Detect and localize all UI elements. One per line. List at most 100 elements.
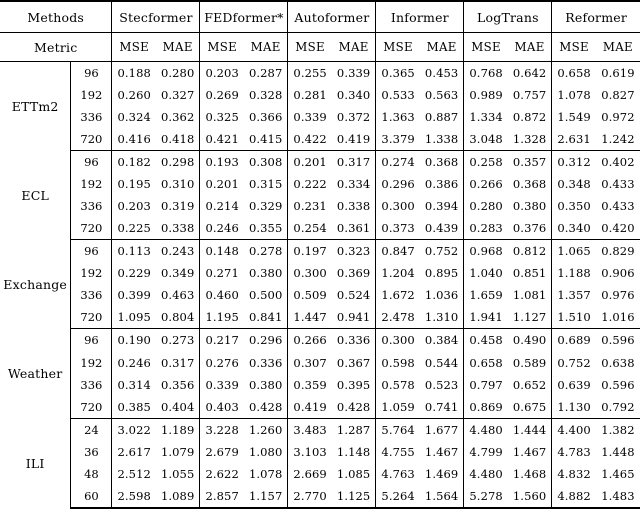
value-cell: 1.469	[424, 466, 459, 481]
value-cell: 3.022	[111, 418, 156, 441]
value-cell: 2.598	[111, 484, 156, 509]
value-cell: 1.357	[551, 284, 596, 307]
value-cell: 0.563	[424, 88, 459, 103]
value-cell: 0.372	[336, 110, 371, 125]
value-cell: 0.460	[199, 284, 244, 307]
value-cell: 0.373	[375, 217, 420, 241]
value-cell: 0.310	[160, 177, 195, 192]
header-model-stecformer: Stecformer	[111, 0, 200, 33]
header-metric-logtrans-mae: MAE	[507, 32, 552, 62]
value-cell: 0.281	[287, 84, 332, 107]
value-cell: 1.564	[419, 484, 464, 509]
value-cell: 0.851	[512, 266, 547, 281]
horizon-cell: 720	[70, 395, 112, 419]
table-row: 336 0.314 0.356 0.339 0.380 0.359 0.395 0.578 0.…	[0, 373, 640, 396]
value-cell: 1.287	[336, 422, 371, 437]
value-cell: 0.339	[199, 373, 244, 396]
value-cell: 0.421	[199, 128, 244, 152]
value-cell: 1.157	[243, 484, 288, 509]
value-cell: 0.376	[507, 217, 552, 241]
value-cell: 0.380	[248, 377, 283, 392]
value-cell: 0.339	[287, 106, 332, 129]
value-cell: 0.327	[160, 88, 195, 103]
value-cell: 0.420	[595, 217, 640, 241]
value-cell: 1.080	[248, 444, 283, 459]
value-cell: 0.266	[463, 173, 508, 196]
horizon-cell: 336	[70, 106, 112, 129]
value-cell: 0.402	[601, 155, 635, 170]
header-row-methods: Methods Stecformer FEDformer* Autoformer Inf…	[0, 0, 640, 33]
value-cell: 0.203	[199, 61, 244, 85]
value-cell: 0.323	[336, 244, 371, 259]
value-cell: 2.617	[111, 440, 156, 463]
horizon-cell: 192	[70, 351, 112, 374]
value-cell: 0.280	[160, 66, 195, 81]
value-cell: 4.763	[375, 462, 420, 485]
horizon-cell: 336	[70, 195, 112, 218]
value-cell: 0.968	[463, 239, 508, 263]
value-cell: 0.544	[424, 355, 459, 370]
horizon-cell: 48	[70, 462, 112, 485]
value-cell: 0.325	[199, 106, 244, 129]
value-cell: 0.217	[199, 328, 244, 352]
value-cell: 0.367	[336, 355, 371, 370]
table-header: Methods Stecformer FEDformer* Autoformer Inf…	[0, 0, 640, 62]
value-cell: 0.246	[199, 217, 244, 241]
value-cell: 0.274	[375, 150, 420, 174]
value-cell: 1.079	[160, 444, 195, 459]
value-cell: 0.298	[160, 155, 195, 170]
value-cell: 2.478	[375, 306, 420, 330]
value-cell: 0.271	[199, 262, 244, 285]
header-model-informer: Informer	[375, 0, 464, 33]
value-cell: 0.812	[512, 244, 547, 259]
value-cell: 0.201	[287, 150, 332, 174]
value-cell: 0.741	[419, 395, 464, 419]
value-cell: 1.055	[160, 466, 195, 481]
table-row: 48 2.512 1.055 2.622 1.078 2.669 1.085 4.763 1.4…	[0, 462, 640, 485]
value-cell: 0.278	[248, 244, 283, 259]
horizon-cell: 192	[70, 84, 112, 107]
value-cell: 3.483	[287, 418, 332, 441]
value-cell: 0.340	[551, 217, 596, 241]
value-cell: 0.418	[155, 128, 200, 152]
table-row: ECL 96 0.182 0.298 0.193 0.308 0.201 0.317 0.274…	[0, 150, 640, 203]
value-cell: 0.422	[287, 128, 332, 152]
value-cell: 0.380	[248, 266, 283, 281]
value-cell: 0.895	[424, 266, 459, 281]
header-row-metric: Metric MSE MAE MSE MAE MSE MAE MSE MAE MSE MAE MSE M…	[0, 32, 640, 62]
results-comparison-table: Methods Stecformer FEDformer* Autoformer Inf…	[0, 0, 640, 509]
value-cell: 0.350	[551, 195, 596, 218]
header-methods-label: Methods	[0, 0, 112, 33]
value-cell: 2.631	[551, 128, 596, 152]
value-cell: 0.752	[424, 244, 459, 259]
value-cell: 2.669	[287, 462, 332, 485]
value-cell: 1.260	[248, 422, 283, 437]
value-cell: 0.182	[111, 150, 156, 174]
value-cell: 5.764	[375, 418, 420, 441]
value-cell: 0.419	[331, 128, 376, 152]
value-cell: 0.658	[463, 351, 508, 374]
value-cell: 0.433	[601, 199, 635, 214]
table-row: 336 0.324 0.362 0.325 0.366 0.339 0.372 1.363 0.…	[0, 106, 640, 129]
value-cell: 0.361	[331, 217, 376, 241]
table-row: 36 2.617 1.079 2.679 1.080 3.103 1.148 4.755 1.4…	[0, 440, 640, 463]
value-cell: 0.188	[111, 61, 156, 85]
value-cell: 0.596	[601, 333, 635, 348]
header-model-fedformer: FEDformer*	[199, 0, 288, 33]
value-cell: 0.589	[512, 355, 547, 370]
value-cell: 0.365	[375, 61, 420, 85]
table-row: Exchange 96 0.113 0.243 0.148 0.278 0.197 0.323…	[0, 239, 640, 292]
header-metric-logtrans-mse: MSE	[463, 32, 508, 62]
table-body: ETTm2 96 0.188 0.280 0.203 0.287 0.255 0.339 0.3…	[0, 61, 640, 509]
value-cell: 4.755	[375, 440, 420, 463]
value-cell: 1.016	[595, 306, 640, 330]
value-cell: 0.356	[160, 377, 195, 392]
value-cell: 0.197	[287, 239, 332, 263]
value-cell: 0.689	[551, 328, 596, 352]
value-cell: 0.500	[248, 288, 283, 303]
value-cell: 0.296	[248, 333, 283, 348]
value-cell: 0.287	[248, 66, 283, 81]
value-cell: 0.328	[248, 88, 283, 103]
value-cell: 0.384	[424, 333, 459, 348]
value-cell: 0.841	[243, 306, 288, 330]
